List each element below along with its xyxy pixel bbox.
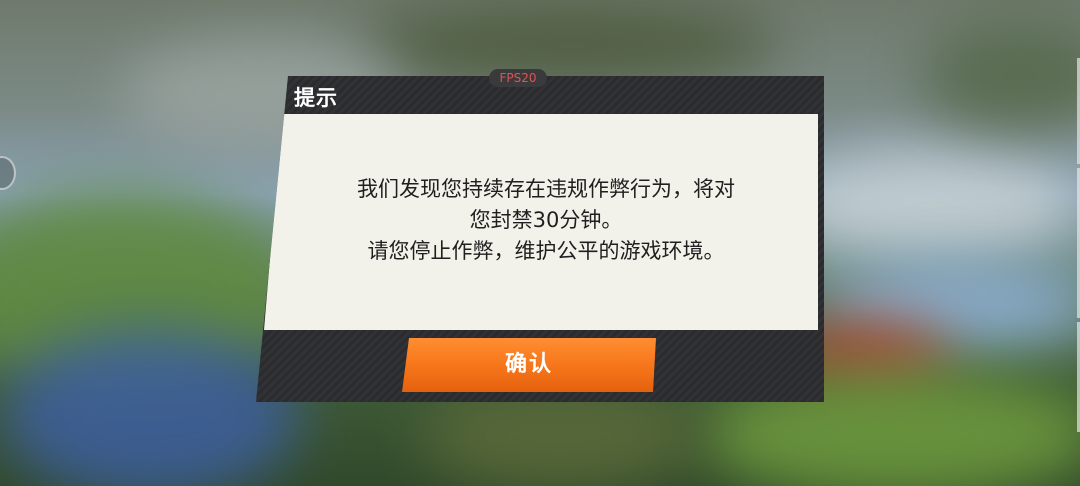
- blurred-background: [920, 20, 1080, 130]
- confirm-button[interactable]: 确认: [402, 338, 656, 392]
- message-line: 请您停止作弊，维护公平的游戏环境。: [367, 239, 725, 263]
- dialog-title: 提示: [294, 86, 338, 110]
- blurred-background: [780, 150, 1080, 260]
- message-line: 我们发现您持续存在违规作弊行为，将对: [357, 177, 735, 201]
- warning-message: 我们发现您持续存在违规作弊行为，将对 您封禁30分钟。 请您停止作弊，维护公平的…: [284, 174, 808, 267]
- message-line: 您封禁30分钟。: [469, 208, 623, 232]
- message-panel: 我们发现您持续存在违规作弊行为，将对 您封禁30分钟。 请您停止作弊，维护公平的…: [264, 114, 818, 330]
- game-screen: 提示 我们发现您持续存在违规作弊行为，将对 您封禁30分钟。 请您停止作弊，维护…: [0, 0, 1080, 486]
- blurred-background: [0, 330, 300, 486]
- side-handle-icon[interactable]: [0, 156, 16, 190]
- fps-counter: FPS20: [489, 69, 547, 87]
- cheat-warning-dialog: 提示 我们发现您持续存在违规作弊行为，将对 您封禁30分钟。 请您停止作弊，维护…: [256, 76, 824, 402]
